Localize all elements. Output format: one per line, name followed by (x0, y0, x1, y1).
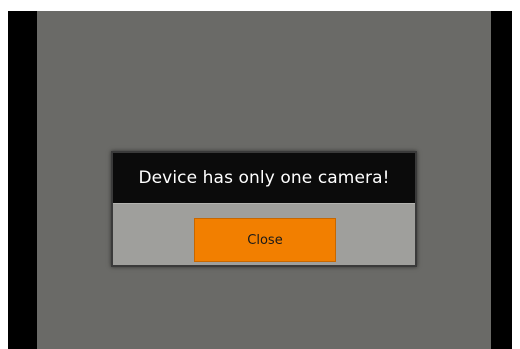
dialog-button-bar: Close (113, 203, 415, 265)
close-button[interactable]: Close (194, 218, 336, 262)
dialog-header: Device has only one camera! (113, 153, 415, 203)
alert-dialog: Device has only one camera! Close (111, 151, 417, 267)
dialog-title: Device has only one camera! (138, 168, 390, 188)
